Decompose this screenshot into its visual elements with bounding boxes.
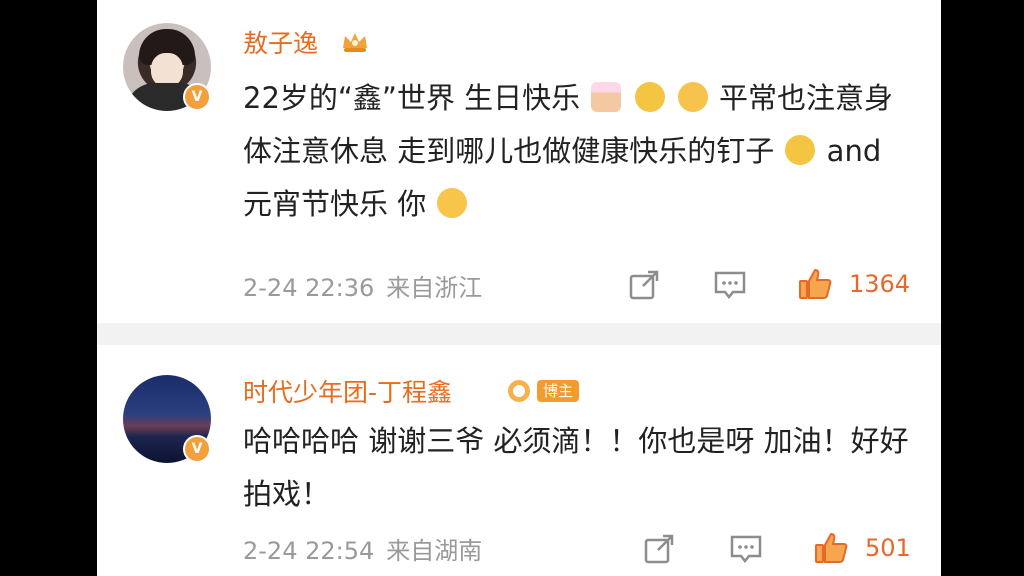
share-icon[interactable] [642, 532, 676, 566]
comment-icon[interactable] [713, 268, 747, 302]
verified-badge-icon: V [183, 83, 211, 111]
verified-badge-icon: V [183, 435, 211, 463]
medal-icon [508, 380, 530, 402]
right-letterbox [941, 0, 1024, 576]
hush-emoji-icon [634, 82, 665, 112]
comment-time: 2-24 22:36 [243, 274, 375, 302]
cake-emoji-icon [591, 82, 622, 112]
avatar-face [151, 53, 183, 87]
comment-text-part-1: 22岁的“鑫”世界 生日快乐 [243, 81, 581, 115]
like-count: 1364 [849, 270, 911, 298]
comment-icon[interactable] [729, 532, 763, 566]
share-icon[interactable] [627, 268, 661, 302]
left-letterbox [0, 0, 97, 576]
comment-text: 哈哈哈哈 谢谢三爷 必须滴！！你也是呀 加油！好好拍戏！ [243, 424, 909, 511]
comments-screen: V 敖子逸 22岁的“鑫”世界 生日快乐 平常也注意身体注意休息 走到哪儿也做健… [97, 0, 941, 576]
comment-item: V 时代少年团-丁程鑫 博主 哈哈哈哈 谢谢三爷 必须滴！！你也是呀 加油！好好… [97, 345, 941, 576]
laugh-emoji-icon [677, 82, 708, 112]
comment-username[interactable]: 敖子逸 [243, 24, 318, 60]
sunglasses-emoji-icon [437, 188, 468, 218]
666-emoji-icon [785, 135, 816, 165]
comment-meta: 2-24 22:36 来自浙江 [243, 268, 482, 303]
comment-location: 来自浙江 [386, 274, 483, 302]
comment-item: V 敖子逸 22岁的“鑫”世界 生日快乐 平常也注意身体注意休息 走到哪儿也做健… [97, 0, 941, 323]
blogger-badge: 博主 [505, 378, 583, 404]
like-count: 501 [865, 534, 911, 562]
blogger-badge-label: 博主 [537, 380, 579, 402]
crown-icon [343, 33, 367, 52]
comment-username[interactable]: 时代少年团-丁程鑫 [243, 373, 452, 409]
thumbs-up-icon[interactable] [797, 266, 833, 302]
thumbs-up-icon[interactable] [813, 530, 849, 566]
comment-meta: 2-24 22:54 来自湖南 [243, 531, 482, 566]
comment-text: 22岁的“鑫”世界 生日快乐 平常也注意身体注意休息 走到哪儿也做健康快乐的钉子… [243, 72, 913, 231]
comment-location: 来自湖南 [386, 537, 483, 565]
comment-time: 2-24 22:54 [243, 537, 375, 565]
comment-divider [97, 323, 941, 345]
